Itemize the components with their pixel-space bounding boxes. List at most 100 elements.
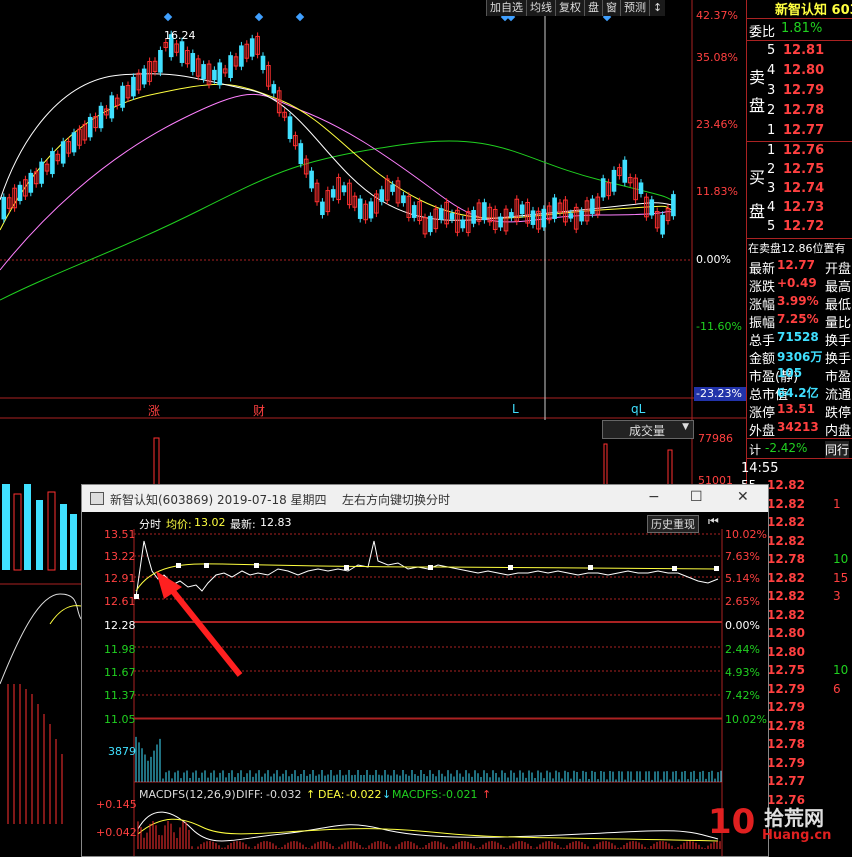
dea-label: DEA: [318, 788, 345, 801]
adjust-price-button[interactable]: 复权 [555, 0, 584, 16]
sell-price[interactable]: 12.77 [783, 123, 824, 138]
watermark-number: 10 [708, 802, 756, 842]
resize-arrow-icon[interactable]: ↕ [649, 0, 665, 16]
sell-level: 2 [767, 103, 776, 118]
stat-value: 9306万 [777, 350, 823, 364]
stat-right-label: 换手 [825, 334, 852, 349]
sell-price[interactable]: 12.80 [783, 63, 824, 78]
dea-down-arrow-icon: ↓ [382, 788, 392, 801]
volume-indicator-select[interactable]: 成交量 ▼ [602, 420, 694, 439]
app-icon [90, 492, 104, 505]
intraday-price-label: 12.91 [104, 572, 136, 585]
zuixin-value: 12.83 [260, 516, 292, 529]
stat-value: +0.49 [777, 276, 817, 290]
intraday-chart [133, 529, 723, 856]
stat-value: 71528 [777, 330, 819, 344]
axis-pct-label: 0.00% [696, 253, 731, 266]
tick-volume: 1 [833, 496, 841, 511]
sell-level: 4 [767, 63, 776, 78]
diff-label: DIFF: [236, 788, 264, 801]
buy-level: 4 [767, 200, 776, 215]
volume-indicator-label: 成交量 [629, 424, 666, 438]
tick-price: 12.78 [767, 718, 805, 733]
intraday-pct-label: 5.14% [725, 572, 760, 585]
popup-titlebar[interactable]: 新智认知(603869) 2019-07-18 星期四 左右方向键切换分时 − … [82, 485, 768, 512]
tick-price: 12.82 [767, 570, 805, 585]
tick-price: 12.77 [767, 774, 805, 788]
watermark-url: Huang.cn [762, 828, 832, 843]
ji-label: 计 [749, 443, 762, 457]
buy-level: 5 [767, 219, 776, 234]
intraday-price-label: 13.22 [104, 550, 136, 563]
marker-zhang[interactable]: 涨 [148, 402, 160, 419]
stat-value: 13.51 [777, 402, 815, 416]
macdfs-value: -0.021 [442, 788, 478, 801]
main-kline-chart[interactable] [0, 0, 746, 420]
stat-right-label: 流通 [825, 388, 852, 403]
buy-price[interactable]: 12.76 [783, 143, 824, 158]
buy-price[interactable]: 12.72 [783, 219, 824, 234]
intraday-pct-label: 4.93% [725, 666, 760, 679]
sell-side-label: 盘 [749, 96, 766, 115]
pan-button[interactable]: 盘 [584, 0, 602, 16]
intraday-popup-window[interactable]: 新智认知(603869) 2019-07-18 星期四 左右方向键切换分时 − … [81, 484, 769, 857]
intraday-price-label: 11.37 [104, 689, 136, 702]
sell-price[interactable]: 12.78 [783, 103, 824, 118]
macd-title: MACDFS(12,26,9) [139, 788, 236, 801]
buy-level: 1 [767, 143, 776, 158]
tick-volume: 15 [833, 570, 849, 585]
buy-side-label: 买 [749, 168, 766, 187]
stat-right-label: 开盘 [825, 262, 852, 277]
zaimai-row: 在卖盘12.86位置有 [748, 242, 846, 255]
intraday-pct-label: 2.65% [725, 595, 760, 608]
intraday-price-label: 12.28 [104, 619, 136, 632]
rewind-icon[interactable]: ⏮ [708, 514, 719, 529]
intraday-pct-label: 2.44% [725, 643, 760, 656]
maximize-icon[interactable]: ☐ [690, 489, 703, 505]
close-icon[interactable]: ✕ [737, 489, 749, 505]
weibi-value: 1.81% [781, 21, 823, 36]
watermark-logo: 10 拾荒网 Huang.cn [706, 800, 846, 850]
buy-price[interactable]: 12.74 [783, 181, 824, 196]
stat-value: 34213 [777, 420, 819, 434]
tongxing-tab[interactable]: 同行 [825, 441, 850, 458]
sell-price[interactable]: 12.81 [783, 43, 824, 58]
stat-label: 涨幅 [749, 298, 776, 313]
intraday-price-label: 13.51 [104, 528, 136, 541]
sell-side-label: 卖 [749, 68, 766, 87]
buy-price[interactable]: 12.73 [783, 200, 824, 215]
stat-value: 64.2亿 [777, 386, 819, 400]
moving-average-button[interactable]: 均线 [526, 0, 555, 16]
tick-price: 12.82 [767, 478, 805, 492]
marker-cai[interactable]: 财 [253, 402, 265, 419]
sell-price[interactable]: 12.79 [783, 83, 824, 98]
buy-price[interactable]: 12.75 [783, 162, 824, 177]
marker-ql[interactable]: qL [631, 402, 645, 416]
marker-l[interactable]: L [512, 402, 519, 416]
stat-label: 金额 [749, 352, 776, 367]
chart-toolbar: 加自选 均线 复权 盘 窗 预测 ↕ [486, 0, 666, 16]
axis-pct-label: -11.60% [696, 320, 742, 333]
stat-right-label: 量比 [825, 316, 852, 331]
stat-right-label: 最高 [825, 280, 852, 295]
add-favorite-button[interactable]: 加自选 [486, 0, 526, 16]
lower-left-indicator [0, 484, 81, 824]
weibi-label: 委比 [749, 25, 776, 40]
stat-label: 涨停 [749, 406, 776, 421]
stat-value: 3.99% [777, 294, 819, 308]
stat-right-label: 跌停 [825, 406, 852, 421]
forecast-button[interactable]: 预测 [620, 0, 649, 16]
tick-price: 12.80 [767, 626, 805, 640]
tick-price: 12.80 [767, 644, 805, 659]
stat-label: 最新 [749, 262, 776, 277]
stat-right-label: 换手 [825, 352, 852, 367]
dea-value: -0.022 [346, 788, 382, 801]
macdfs-up-arrow-icon: ↑ [482, 788, 492, 801]
macd-axis-label: +0.042 [96, 826, 137, 839]
minimize-icon[interactable]: − [648, 489, 660, 505]
window-button[interactable]: 窗 [602, 0, 620, 16]
tick-price: 12.78 [767, 737, 805, 751]
stat-value: 105 [777, 366, 803, 380]
chevron-down-icon: ▼ [682, 422, 689, 432]
diff-value: -0.032 [266, 788, 302, 801]
